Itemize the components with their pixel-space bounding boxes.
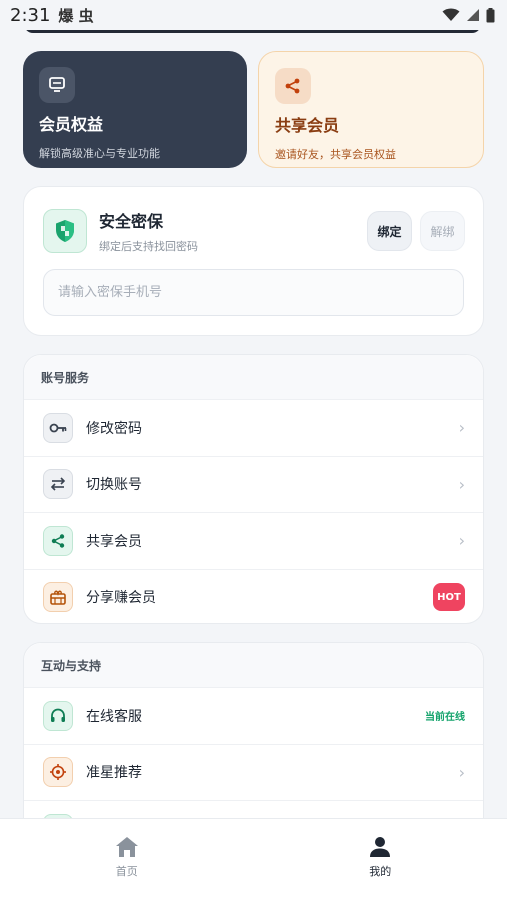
chevron-right-icon: › bbox=[458, 418, 465, 438]
bottom-nav: 首页 我的 bbox=[0, 818, 507, 900]
status-time: 2:31 bbox=[10, 4, 51, 26]
vip-icon bbox=[39, 67, 75, 103]
status-notification-glyphs: 爆 虫 bbox=[58, 6, 94, 25]
share-icon bbox=[275, 68, 311, 104]
wifi-icon bbox=[442, 8, 460, 21]
security-phone-input[interactable] bbox=[43, 269, 464, 316]
list-item-crosshair-recommend[interactable]: 准星推荐 › bbox=[24, 743, 483, 801]
security-header: 安全密保 绑定后支持找回密码 bbox=[43, 208, 198, 254]
item-label: 在线客服 bbox=[86, 708, 142, 725]
main-scroll-area[interactable]: 会员权益 解锁高级准心与专业功能 共享会员 邀请好友，共享会员权益 安全密保 绑… bbox=[0, 0, 507, 818]
home-icon bbox=[115, 837, 138, 857]
bind-button[interactable]: 绑定 bbox=[367, 211, 412, 251]
support-card: 互动与支持 在线客服 当前在线 准星推荐 › bbox=[23, 642, 484, 818]
item-label: 准星推荐 bbox=[86, 765, 142, 782]
status-bar: 2:31 爆 虫 bbox=[0, 0, 507, 30]
security-title: 安全密保 bbox=[99, 212, 164, 231]
list-item-change-password[interactable]: 修改密码 › bbox=[24, 399, 483, 456]
online-status-text: 当前在线 bbox=[425, 712, 465, 724]
key-icon bbox=[43, 412, 73, 443]
signal-icon bbox=[467, 9, 479, 21]
chevron-right-icon: › bbox=[458, 762, 465, 782]
unbind-button[interactable]: 解绑 bbox=[420, 211, 465, 251]
headset-icon bbox=[43, 700, 73, 731]
share-icon bbox=[43, 525, 73, 556]
gift-icon bbox=[43, 582, 73, 613]
account-services-card: 账号服务 修改密码 › 切换账号 › 共享会员 › 分享赚会员 HOT bbox=[23, 354, 484, 624]
list-item-partial[interactable] bbox=[24, 800, 483, 818]
security-card: 安全密保 绑定后支持找回密码 绑定 解绑 bbox=[23, 186, 484, 336]
vip-title: 会员权益 bbox=[39, 115, 104, 134]
promo-row: 会员权益 解锁高级准心与专业功能 共享会员 邀请好友，共享会员权益 bbox=[23, 51, 484, 168]
crosshair-icon bbox=[43, 757, 73, 788]
hot-badge: HOT bbox=[433, 583, 465, 612]
nav-home[interactable]: 首页 bbox=[0, 819, 254, 900]
item-label: 共享会员 bbox=[86, 533, 142, 550]
account-section-title: 账号服务 bbox=[24, 355, 483, 399]
nav-me-label: 我的 bbox=[369, 865, 392, 878]
chevron-right-icon: › bbox=[458, 531, 465, 551]
security-subtitle: 绑定后支持找回密码 bbox=[99, 240, 198, 253]
list-item-share-vip[interactable]: 共享会员 › bbox=[24, 512, 483, 569]
list-item-online-service[interactable]: 在线客服 当前在线 bbox=[24, 687, 483, 744]
item-label: 修改密码 bbox=[86, 420, 142, 437]
item-label: 切换账号 bbox=[86, 477, 142, 494]
list-item-switch-account[interactable]: 切换账号 › bbox=[24, 455, 483, 513]
chevron-right-icon: › bbox=[458, 474, 465, 494]
nav-home-label: 首页 bbox=[115, 865, 138, 878]
nav-me[interactable]: 我的 bbox=[254, 819, 507, 900]
share-vip-card[interactable]: 共享会员 邀请好友，共享会员权益 bbox=[258, 51, 484, 168]
vip-benefits-card[interactable]: 会员权益 解锁高级准心与专业功能 bbox=[23, 51, 247, 168]
user-icon bbox=[370, 837, 391, 857]
vip-subtitle: 解锁高级准心与专业功能 bbox=[39, 147, 160, 160]
list-item-share-earn-vip[interactable]: 分享赚会员 HOT bbox=[24, 568, 483, 624]
swap-icon bbox=[43, 469, 73, 500]
share-subtitle: 邀请好友，共享会员权益 bbox=[275, 148, 396, 161]
shield-icon bbox=[43, 209, 87, 253]
support-section-title: 互动与支持 bbox=[24, 643, 483, 687]
share-title: 共享会员 bbox=[275, 116, 340, 135]
item-label: 分享赚会员 bbox=[86, 590, 156, 607]
battery-icon bbox=[486, 7, 495, 22]
